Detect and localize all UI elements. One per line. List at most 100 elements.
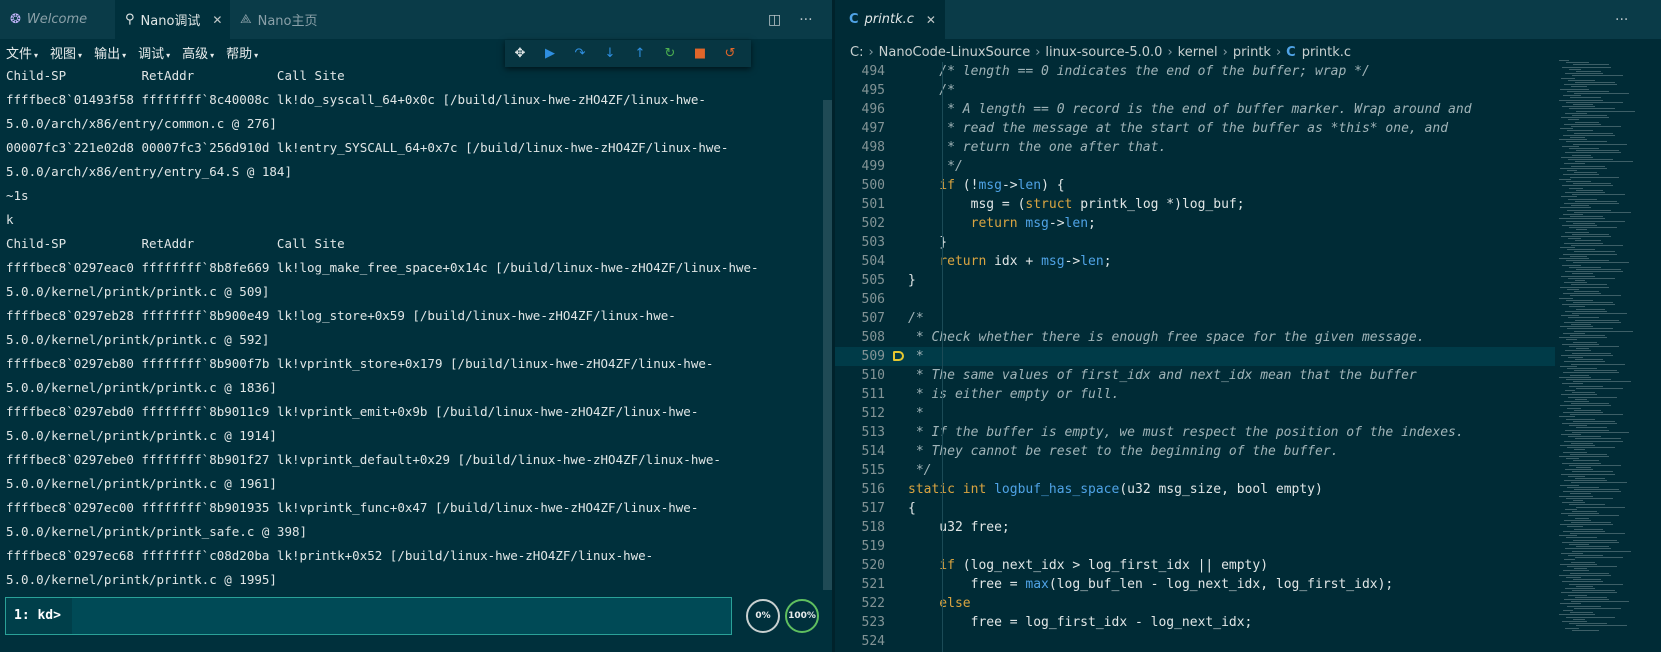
menu-file[interactable]: 文件 ▾ — [6, 43, 38, 62]
minimap-line — [1576, 427, 1607, 429]
minimap-line — [1567, 486, 1599, 488]
code-line[interactable]: 516 static int logbuf_has_space(u32 msg_s… — [835, 480, 1555, 499]
minimap-line — [1563, 332, 1585, 334]
minimap-line — [1575, 319, 1619, 321]
code-line[interactable]: 495 /* — [835, 81, 1555, 100]
minimap-line — [1567, 407, 1581, 409]
breadcrumb-item[interactable]: linux-source-5.0.0 — [1045, 45, 1162, 60]
chevron-down-icon: ▾ — [122, 50, 127, 60]
close-icon[interactable]: ✕ — [926, 13, 936, 27]
code-line[interactable]: 518 u32 free; — [835, 518, 1555, 537]
code-line[interactable]: 498 * return the one after that. — [835, 138, 1555, 157]
line-number: 511 — [861, 387, 885, 402]
code-line[interactable]: 507 /* — [835, 309, 1555, 328]
minimap-line — [1560, 405, 1611, 407]
split-editor-icon[interactable]: ◫ — [768, 12, 781, 28]
code-line[interactable]: 522 else — [835, 594, 1555, 613]
breadcrumb-item[interactable]: printk.c — [1302, 45, 1351, 60]
code-line[interactable]: 520 if (log_next_idx > log_first_idx || … — [835, 556, 1555, 575]
c-file-icon: C — [849, 12, 859, 27]
code-line[interactable]: 517 { — [835, 499, 1555, 518]
line-number: 512 — [861, 406, 885, 421]
editor-tab-tools: ··· — [1615, 0, 1628, 39]
more-actions-icon[interactable]: ··· — [1615, 12, 1628, 28]
code-line[interactable]: 515 */ — [835, 461, 1555, 480]
step-over-icon[interactable]: ↷ — [565, 46, 595, 61]
tab-printk-c[interactable]: C printk.c ✕ — [835, 0, 945, 39]
code-line[interactable]: 514 * They cannot be reset to the beginn… — [835, 442, 1555, 461]
minimap-line — [1576, 387, 1623, 389]
breadcrumb-item[interactable]: printk — [1233, 45, 1271, 60]
minimap-line — [1572, 471, 1613, 473]
minimap-line — [1571, 324, 1591, 325]
code-line[interactable]: 511 * is either empty or full. — [835, 385, 1555, 404]
minimap[interactable] — [1555, 40, 1661, 652]
code-line[interactable]: 505} — [835, 271, 1555, 290]
minimap-line — [1571, 205, 1589, 207]
line-number: 513 — [861, 425, 885, 440]
breakpoint-arrow-icon[interactable] — [893, 351, 904, 361]
minimap-line — [1562, 502, 1585, 504]
stop-icon[interactable]: ■ — [685, 46, 715, 61]
tab-nano-home[interactable]: ⟁ Nano主页 — [230, 0, 340, 39]
menu-debug[interactable]: 调试 ▾ — [138, 43, 170, 62]
code-line[interactable]: 501 msg = (struct printk_log *)log_buf; — [835, 195, 1555, 214]
tab-welcome[interactable]: ❂ Welcome — [0, 0, 115, 39]
step-into-icon[interactable]: ↓ — [595, 46, 625, 61]
command-input[interactable] — [72, 598, 731, 636]
code-line[interactable]: 499 */ — [835, 157, 1555, 176]
code-line[interactable]: 510 * The same values of first_idx and n… — [835, 366, 1555, 385]
code-line[interactable]: 502 return msg->len; — [835, 214, 1555, 233]
step-out-icon[interactable]: ↑ — [625, 46, 655, 61]
menu-view[interactable]: 视图 ▾ — [50, 43, 82, 62]
code-line[interactable]: 506 — [835, 290, 1555, 309]
breadcrumb-item[interactable]: C: — [850, 45, 863, 60]
minimap-line — [1559, 376, 1591, 378]
minimap-line — [1559, 139, 1587, 141]
minimap-line — [1566, 141, 1607, 143]
code-line[interactable]: 523 free = log_first_idx - log_next_idx; — [835, 613, 1555, 632]
disconnect-icon[interactable]: ↺ — [715, 46, 745, 61]
minimap-line — [1566, 537, 1597, 539]
restart-icon[interactable]: ↻ — [655, 46, 685, 61]
minimap-line — [1564, 401, 1589, 402]
code-line[interactable]: 496 * A length == 0 record is the end of… — [835, 100, 1555, 119]
code-line[interactable]: 519 — [835, 537, 1555, 556]
code-line[interactable]: 504 return idx + msg->len; — [835, 252, 1555, 271]
minimap-line — [1562, 225, 1597, 226]
minimap-line — [1561, 394, 1597, 396]
minimap-line — [1575, 557, 1623, 559]
minimap-line — [1564, 321, 1621, 323]
code-line[interactable]: 512 * — [835, 404, 1555, 423]
menu-help[interactable]: 帮助 ▾ — [226, 43, 258, 62]
tab-nano-debug[interactable]: ⚲ Nano调试 ✕ — [115, 0, 230, 39]
continue-icon[interactable]: ▶ — [535, 46, 565, 61]
minimap-line — [1574, 132, 1613, 134]
menu-output[interactable]: 输出 ▾ — [94, 43, 126, 62]
menu-advanced[interactable]: 高级 ▾ — [182, 43, 214, 62]
code-line[interactable]: 509 * — [835, 347, 1555, 366]
line-number: 501 — [861, 197, 885, 212]
drag-handle-icon[interactable]: ✥ — [505, 46, 535, 61]
more-actions-icon[interactable]: ··· — [799, 12, 812, 28]
code-line[interactable]: 521 free = max(log_buf_len - log_next_id… — [835, 575, 1555, 594]
code-line[interactable]: 497 * read the message at the start of t… — [835, 119, 1555, 138]
code-editor[interactable]: 494 /* length == 0 indicates the end of … — [835, 62, 1555, 652]
minimap-line — [1573, 104, 1593, 105]
minimap-line — [1576, 189, 1603, 191]
minimap-line — [1575, 596, 1607, 598]
code-line[interactable]: 524 — [835, 632, 1555, 651]
close-icon[interactable]: ✕ — [212, 13, 222, 27]
code-line[interactable]: 503 } — [835, 233, 1555, 252]
breadcrumb-item[interactable]: kernel — [1178, 45, 1218, 60]
line-number: 497 — [861, 121, 885, 136]
code-line[interactable]: 500 if (!msg->len) { — [835, 176, 1555, 195]
console-line: 5.0.0/kernel/printk/printk.c @ 1961] — [6, 476, 277, 491]
breadcrumb-item[interactable]: NanoCode-LinuxSource — [879, 45, 1031, 60]
code-line[interactable]: 513 * If the buffer is empty, we must re… — [835, 423, 1555, 442]
minimap-line — [1561, 592, 1617, 594]
line-number: 523 — [861, 615, 885, 630]
minimap-line — [1565, 469, 1593, 471]
code-line[interactable]: 508 * Check whether there is enough free… — [835, 328, 1555, 347]
code-line[interactable]: 494 /* length == 0 indicates the end of … — [835, 62, 1555, 81]
